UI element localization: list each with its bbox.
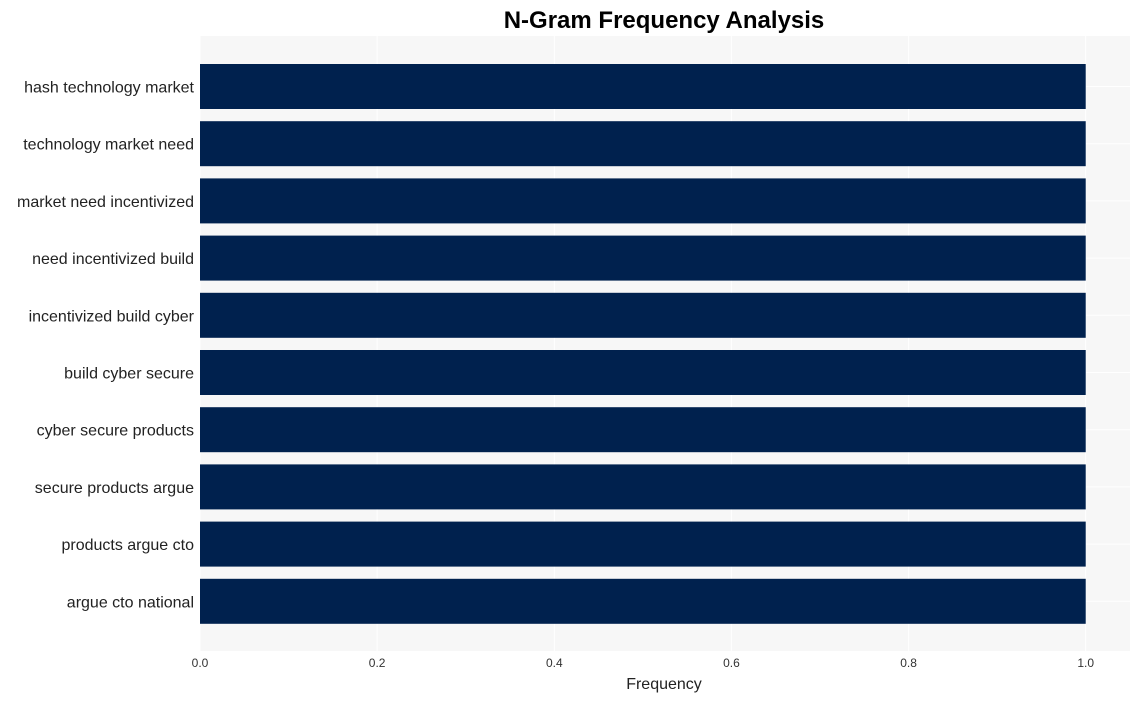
x-tick-label: 0.8 (900, 656, 917, 670)
y-tick-label: secure products argue (35, 480, 194, 497)
bar (200, 235, 1086, 281)
x-tick-label: 0.0 (192, 656, 209, 670)
y-tick-label: technology market need (23, 137, 194, 154)
bar (200, 292, 1086, 338)
bar (200, 64, 1086, 109)
y-tick-labels: hash technology market technology market … (17, 80, 195, 612)
y-tick-label: market need incentivized (17, 194, 194, 211)
bar (200, 464, 1086, 510)
y-tick-label: cyber secure products (37, 423, 194, 440)
x-tick-label: 0.4 (546, 656, 563, 670)
bar (200, 178, 1086, 224)
x-tick-label: 0.2 (369, 656, 386, 670)
y-tick-label: need incentivized build (32, 251, 194, 268)
x-axis-label: Frequency (626, 676, 702, 693)
y-tick-label: products argue cto (61, 537, 194, 554)
y-tick-label: incentivized build cyber (29, 308, 195, 325)
y-tick-label: argue cto national (67, 594, 194, 611)
x-tick-label: 1.0 (1077, 656, 1094, 670)
x-tick-label: 0.6 (723, 656, 740, 670)
chart: hash technology market technology market … (17, 7, 1130, 693)
bar (200, 521, 1086, 567)
bar (200, 407, 1086, 453)
bar (200, 121, 1086, 167)
chart-title: N-Gram Frequency Analysis (504, 7, 825, 34)
bar (200, 578, 1086, 624)
y-tick-label: build cyber secure (64, 366, 194, 383)
x-tick-labels: 0.0 0.2 0.4 0.6 0.8 1.0 (192, 656, 1095, 670)
y-tick-label: hash technology market (24, 80, 194, 97)
bar (200, 350, 1086, 395)
